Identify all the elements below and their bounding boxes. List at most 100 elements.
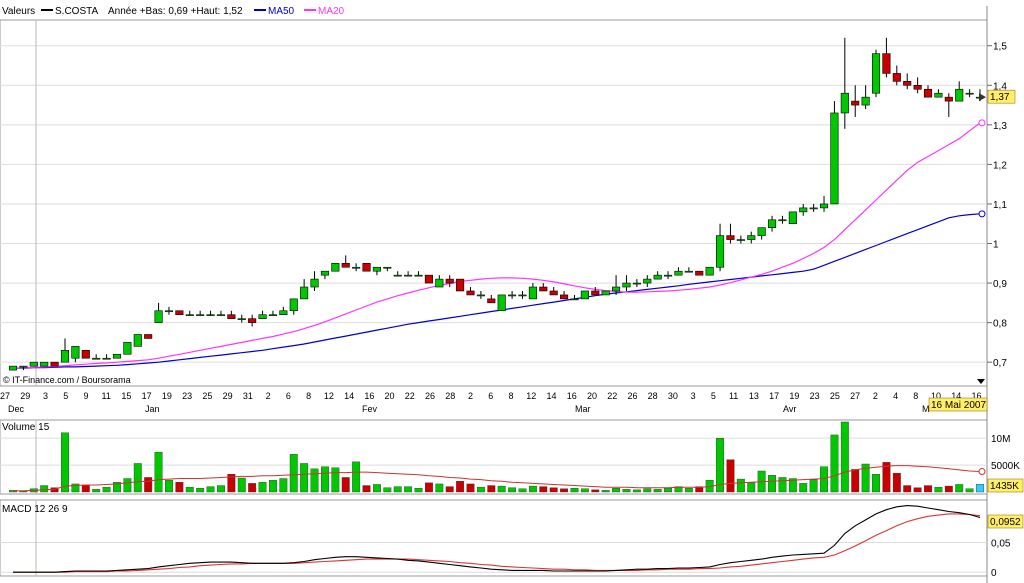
candle-body [414,274,423,277]
candle-body [164,310,174,313]
price-tick-label: 0,9 [993,279,1007,290]
candle-body [289,298,298,312]
volume-bar [653,489,662,493]
candle-body [861,96,870,106]
candle-body [705,266,714,276]
volume-bar [445,486,454,493]
x-day-label: 26 [425,391,435,401]
x-day-label: 2 [266,391,271,401]
candle-body [497,294,506,312]
x-day-label: 28 [445,391,455,401]
candle-body [934,92,943,98]
volume-bar [154,451,163,493]
ma50-end-marker [978,210,986,218]
volume-average-end-marker [978,468,986,476]
x-day-label: 9 [83,391,88,401]
candle-body [591,290,600,296]
candle-body [819,203,829,209]
volume-bar [726,459,735,493]
date-tooltip-text: 16 Mai 2007 [931,400,986,411]
volume-bar [383,487,392,493]
volume-bar [185,486,194,493]
x-day-label: 8 [509,391,514,401]
volume-bar [944,485,953,493]
candle-body [882,53,891,74]
x-day-label: 5 [63,391,68,401]
candle-body [903,81,912,86]
volume-tick-label: 10M [991,434,1010,445]
candle-body [476,294,485,297]
volume-panel-title: Volume 15 [2,422,50,433]
volume-bar [424,482,433,493]
legend-valeurs: Valeurs [2,6,35,17]
macd-tick-label: 0 [991,568,997,579]
candle-body [965,92,974,95]
legend-swatch-ticker [41,9,53,11]
candle-body [560,294,569,300]
legend-ma20: MA20 [318,6,345,17]
candle-body [102,357,111,360]
candle-body [695,270,704,276]
candle-body [248,318,257,323]
x-day-label: 6 [488,391,493,401]
volume-bar [102,486,111,493]
macd-panel-title: MACD 12 26 9 [2,504,68,515]
x-month-label: Avr [783,404,796,414]
volume-bar [976,484,984,493]
chart-credit: © IT-Finance.com / Boursorama [3,375,131,385]
x-month-label: M [922,404,930,414]
volume-bar [175,482,184,493]
volume-bar [165,479,173,493]
candle-body [50,361,59,367]
volume-bar [965,488,974,493]
candle-body [892,73,901,82]
price-tick-label: 1,3 [993,121,1007,132]
candle-body [643,278,652,284]
candle-body [237,318,246,320]
volume-bar [913,487,922,493]
volume-bar [830,434,839,493]
candle-body [788,211,797,225]
candle-body [955,88,964,102]
x-day-label: 27 [850,391,860,401]
volume-bar [643,488,652,493]
candle-body [549,290,558,296]
candle-body [196,314,205,317]
candle-body [310,278,319,288]
candle-body [341,262,350,268]
x-day-label: 29 [20,391,30,401]
legend-swatch-ma20 [304,9,316,11]
x-day-label: 27 [0,391,10,401]
candle-body [8,365,18,371]
candle-body [81,350,90,359]
volume-bar [341,477,350,493]
volume-bar [362,485,371,493]
candle-body [29,361,38,367]
candle-body [112,353,122,359]
candle-body [92,357,101,360]
volume-bar [518,488,527,493]
volume-bar [768,475,776,493]
x-day-label: 12 [526,391,536,401]
volume-bar [487,485,496,493]
x-day-label: 17 [142,391,152,401]
x-day-label: 19 [162,391,172,401]
candle-body [757,227,766,236]
candle-body [216,314,226,317]
volume-bar [61,432,69,493]
volume-bar [508,487,517,493]
candle-body [809,207,818,210]
volume-bar [570,488,579,493]
volume-bar [393,486,402,493]
candle-body [154,310,163,323]
candle-body [144,334,153,339]
volume-bar [331,467,340,493]
candle-body [851,100,860,106]
x-day-label: 25 [202,391,212,401]
volume-last-label: 1435K [990,481,1019,492]
x-day-label: 28 [648,391,658,401]
x-day-label: 3 [691,391,696,401]
x-day-label: 23 [810,391,820,401]
volume-bar [269,479,277,493]
volume-bar [456,481,465,493]
